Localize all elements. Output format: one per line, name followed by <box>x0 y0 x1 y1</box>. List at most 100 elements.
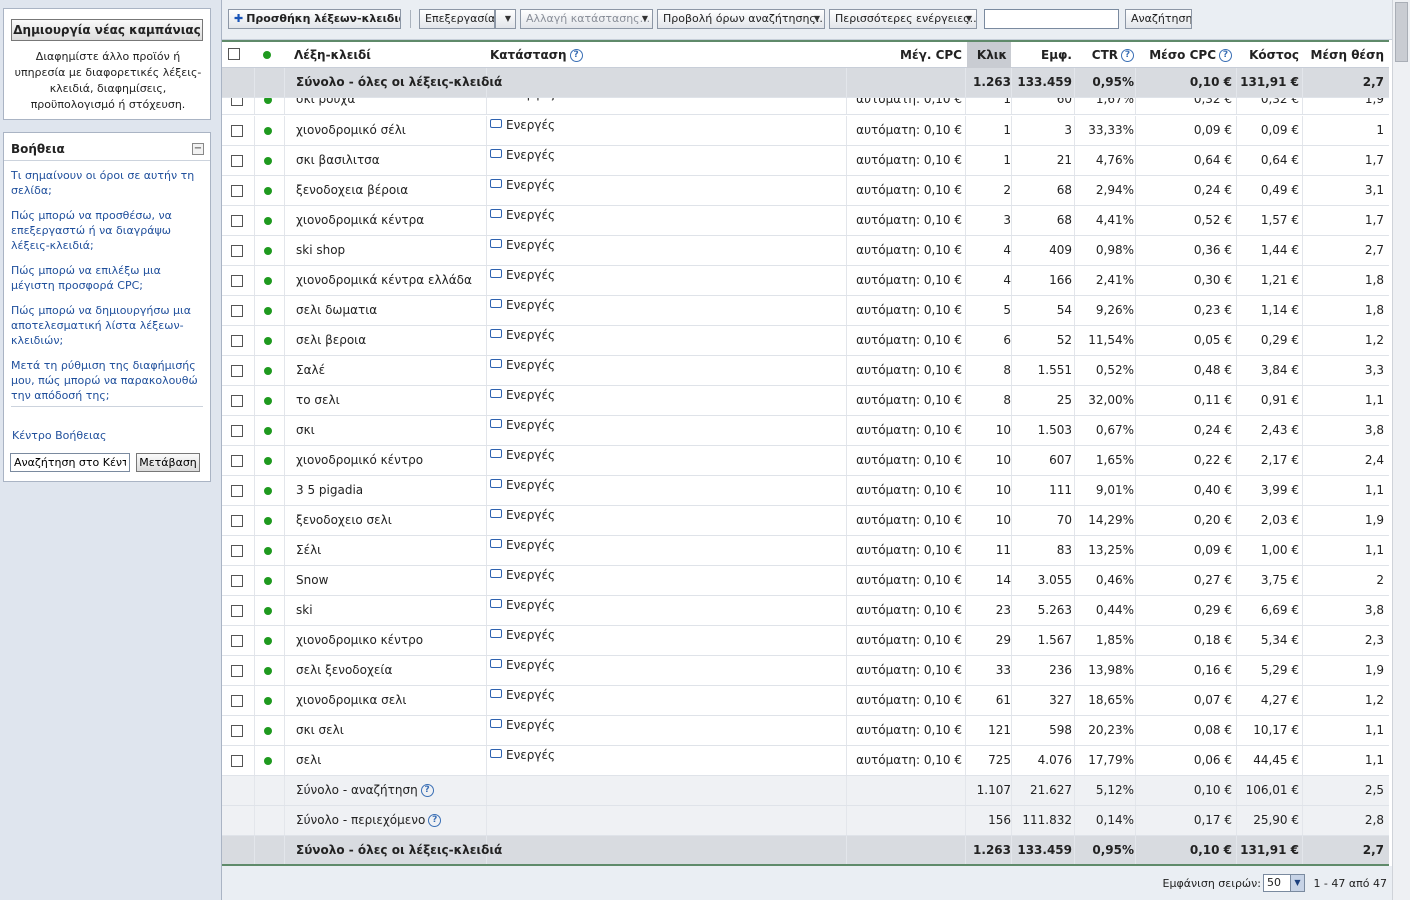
keyword-link[interactable]: σελι ξενοδοχεία <box>296 656 484 685</box>
comment-bubble-icon[interactable] <box>490 359 502 368</box>
comment-bubble-icon[interactable] <box>490 389 502 398</box>
comment-bubble-icon[interactable] <box>490 149 502 158</box>
keyword-link[interactable]: ski <box>296 596 484 625</box>
help-icon[interactable]: ? <box>420 784 434 797</box>
keyword-search-input[interactable] <box>984 9 1119 29</box>
keyword-link[interactable]: ski shop <box>296 236 484 265</box>
help-link-max-cpc[interactable]: Πώς μπορώ να επιλέξω μια μέγιστη προσφορ… <box>11 263 203 293</box>
keyword-link[interactable]: 3 5 pigadia <box>296 476 484 505</box>
row-checkbox[interactable] <box>231 176 243 205</box>
max-cpc-link[interactable]: αυτόματη: 0,10 € <box>848 446 962 475</box>
keyword-link[interactable]: σκι βασιλιτσα <box>296 146 484 175</box>
help-icon[interactable]: ? <box>428 814 442 827</box>
change-status-button[interactable]: Αλλαγή κατάστασης... ▼ <box>520 9 653 29</box>
row-checkbox[interactable] <box>231 266 243 295</box>
keyword-link[interactable]: χιονοδρομικο κέντρο <box>296 626 484 655</box>
keyword-link[interactable]: Σαλέ <box>296 356 484 385</box>
help-icon[interactable]: ? <box>1219 49 1232 62</box>
edit-button[interactable]: Επεξεργασία <box>419 9 495 29</box>
col-avg-pos[interactable]: Μέση θέση <box>1304 42 1385 68</box>
max-cpc-link[interactable]: αυτόματη: 0,10 € <box>848 596 962 625</box>
row-checkbox[interactable] <box>231 146 243 175</box>
keyword-link[interactable]: χιονοδρομικό σέλι <box>296 116 484 145</box>
row-checkbox[interactable] <box>231 686 243 715</box>
row-checkbox[interactable] <box>231 596 243 625</box>
max-cpc-link[interactable]: αυτόματη: 0,10 € <box>848 146 962 175</box>
help-link-keyword-list[interactable]: Πώς μπορώ να δημιουργήσω μια αποτελεσματ… <box>11 303 203 348</box>
max-cpc-link[interactable]: αυτόματη: 0,10 € <box>848 326 962 355</box>
row-checkbox[interactable] <box>231 356 243 385</box>
help-link-performance[interactable]: Μετά τη ρύθμιση της διαφήμισής μου, πώς … <box>11 358 203 403</box>
collapse-icon[interactable]: − <box>192 143 204 155</box>
col-clicks[interactable]: Κλικ <box>967 42 1011 68</box>
row-checkbox[interactable] <box>231 656 243 685</box>
comment-bubble-icon[interactable] <box>490 539 502 548</box>
max-cpc-link[interactable]: αυτόματη: 0,10 € <box>848 716 962 745</box>
row-checkbox[interactable] <box>231 566 243 595</box>
row-checkbox[interactable] <box>231 506 243 535</box>
max-cpc-link[interactable]: αυτόματη: 0,10 € <box>848 656 962 685</box>
edit-dropdown-button[interactable]: ▼ <box>495 9 516 29</box>
view-search-terms-button[interactable]: Προβολή όρων αναζήτησης... ▼ <box>657 9 825 29</box>
comment-bubble-icon[interactable] <box>490 269 502 278</box>
comment-bubble-icon[interactable] <box>490 179 502 188</box>
max-cpc-link[interactable]: αυτόματη: 0,10 € <box>848 566 962 595</box>
help-center-link[interactable]: Κέντρο Βοήθειας <box>12 429 107 442</box>
keyword-link[interactable]: ξενοδοχειο σελι <box>296 506 484 535</box>
comment-bubble-icon[interactable] <box>490 629 502 638</box>
keyword-link[interactable]: σελι <box>296 746 484 775</box>
comment-bubble-icon[interactable] <box>490 749 502 758</box>
rows-per-page-select[interactable]: 50 ▼ <box>1263 874 1305 892</box>
max-cpc-link[interactable]: αυτόματη: 0,10 € <box>848 476 962 505</box>
comment-bubble-icon[interactable] <box>490 419 502 428</box>
row-checkbox[interactable] <box>231 416 243 445</box>
max-cpc-link[interactable]: αυτόματη: 0,10 € <box>848 416 962 445</box>
scrollbar-thumb[interactable] <box>1395 2 1408 62</box>
row-checkbox[interactable] <box>231 296 243 325</box>
col-keyword[interactable]: Λέξη-κλειδί <box>294 42 371 68</box>
col-status[interactable]: Κατάσταση? <box>490 42 583 68</box>
col-max-cpc[interactable]: Μέγ. CPC <box>882 42 962 68</box>
keyword-link[interactable]: σκι <box>296 416 484 445</box>
col-avg-cpc[interactable]: Μέσο CPC? <box>1136 42 1232 68</box>
comment-bubble-icon[interactable] <box>490 659 502 668</box>
comment-bubble-icon[interactable] <box>490 479 502 488</box>
max-cpc-link[interactable]: αυτόματη: 0,10 € <box>848 626 962 655</box>
comment-bubble-icon[interactable] <box>490 329 502 338</box>
comment-bubble-icon[interactable] <box>490 599 502 608</box>
add-keywords-button[interactable]: ✚ Προσθήκη λέξεων-κλειδιών <box>228 9 401 29</box>
max-cpc-link[interactable]: αυτόματη: 0,10 € <box>848 686 962 715</box>
keyword-link[interactable]: χιονοδρομικά κέντρα <box>296 206 484 235</box>
comment-bubble-icon[interactable] <box>490 689 502 698</box>
scrollbar[interactable] <box>1392 0 1410 900</box>
keyword-link[interactable]: σελι δωματια <box>296 296 484 325</box>
max-cpc-link[interactable]: αυτόματη: 0,10 € <box>848 236 962 265</box>
row-checkbox[interactable] <box>231 626 243 655</box>
max-cpc-link[interactable]: αυτόματη: 0,10 € <box>848 206 962 235</box>
row-checkbox[interactable] <box>231 236 243 265</box>
help-go-button[interactable]: Μετάβαση <box>136 453 200 472</box>
help-search-input[interactable] <box>10 453 130 472</box>
comment-bubble-icon[interactable] <box>490 239 502 248</box>
row-checkbox[interactable] <box>231 98 243 114</box>
keyword-link[interactable]: χιονοδρομικό κέντρο <box>296 446 484 475</box>
comment-bubble-icon[interactable] <box>490 569 502 578</box>
max-cpc-link[interactable]: αυτόματη: 0,10 € <box>848 176 962 205</box>
help-icon[interactable]: ? <box>569 49 583 62</box>
row-checkbox[interactable] <box>231 116 243 145</box>
row-checkbox[interactable] <box>231 746 243 775</box>
comment-bubble-icon[interactable] <box>490 719 502 728</box>
new-campaign-button[interactable]: Δημιουργία νέας καμπάνιας <box>11 19 203 41</box>
search-button[interactable]: Αναζήτηση <box>1125 9 1192 29</box>
keyword-link[interactable]: ξενοδοχεια βέροια <box>296 176 484 205</box>
max-cpc-link[interactable]: αυτόματη: 0,10 € <box>848 98 962 114</box>
comment-bubble-icon[interactable] <box>490 449 502 458</box>
row-checkbox[interactable] <box>231 386 243 415</box>
keyword-link[interactable]: Σέλι <box>296 536 484 565</box>
more-actions-button[interactable]: Περισσότερες ενέργειες... ▼ <box>829 9 977 29</box>
help-link-terms[interactable]: Τι σημαίνουν οι όροι σε αυτήν τη σελίδα; <box>11 168 203 198</box>
help-link-add-edit[interactable]: Πώς μπορώ να προσθέσω, να επεξεργαστώ ή … <box>11 208 203 253</box>
keyword-link[interactable]: χιονοδρομικά κέντρα ελλάδα <box>296 266 484 295</box>
max-cpc-link[interactable]: αυτόματη: 0,10 € <box>848 356 962 385</box>
keyword-link[interactable]: Snow <box>296 566 484 595</box>
